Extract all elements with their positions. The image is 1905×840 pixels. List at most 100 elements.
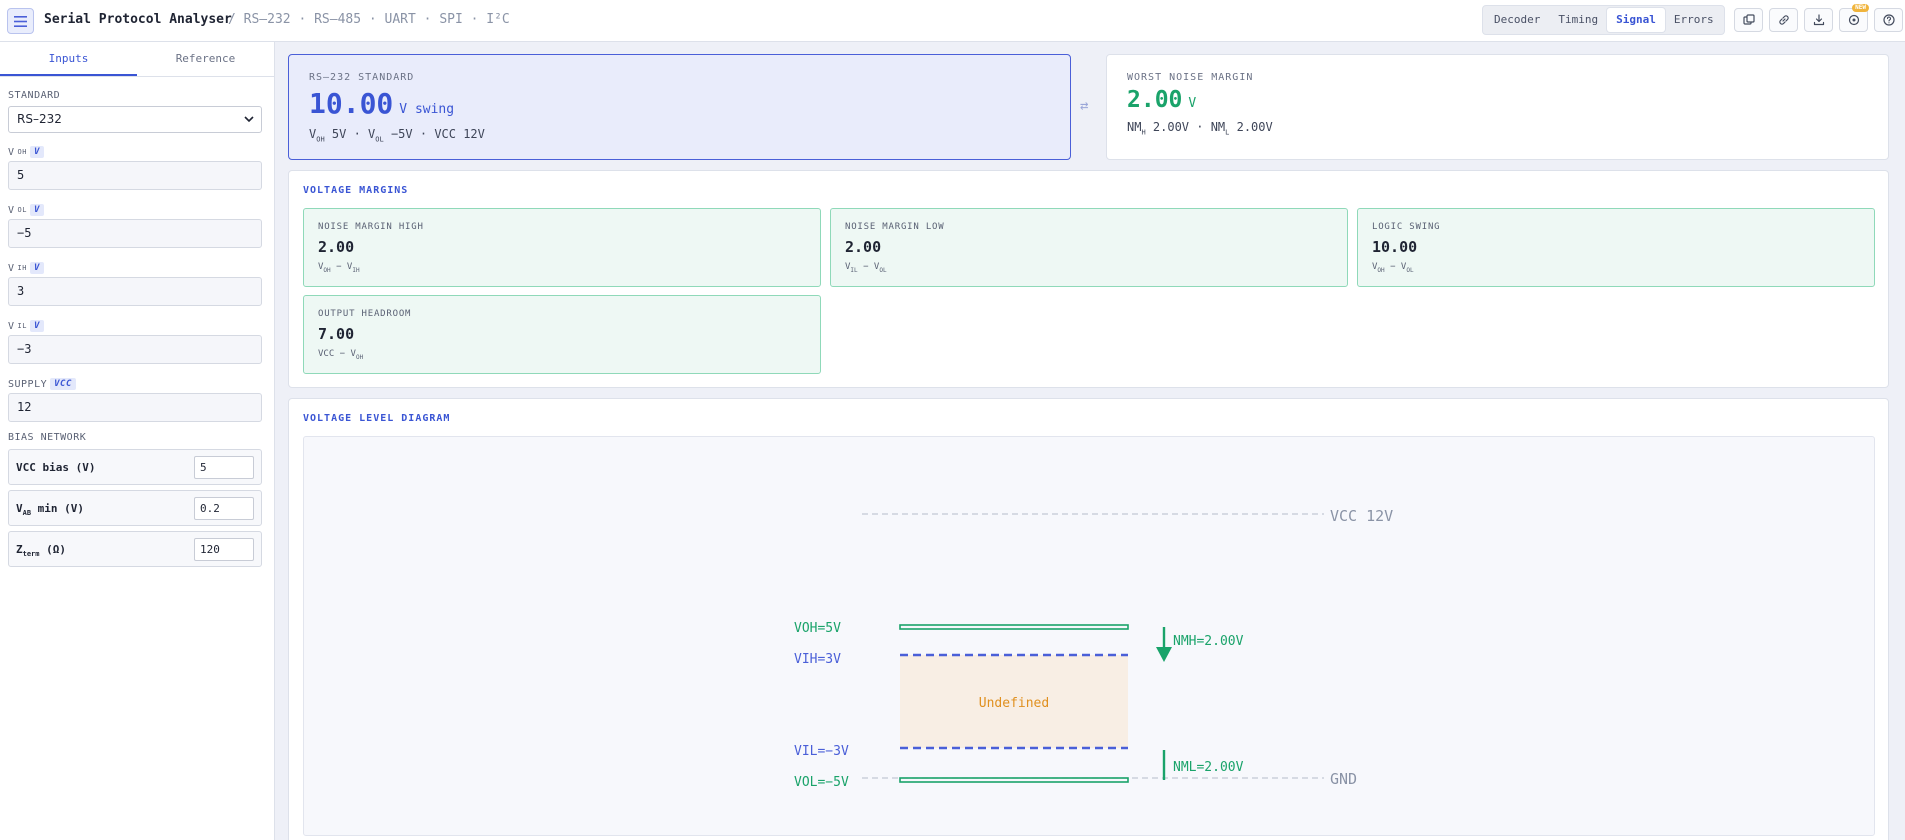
margin-card-formula: VIL − VOL [845,262,887,274]
tab-decoder[interactable]: Decoder [1485,8,1549,32]
top-bar: Serial Protocol Analyser / RS–232 · RS–4… [0,0,1905,42]
voh-bar [899,624,1129,630]
noise-unit: V [1188,96,1197,111]
new-badge: NEW [1852,4,1869,12]
margin-card-swing: LOGIC SWING 10.00 VOH − VOL [1357,208,1875,287]
supply-label: SUPPLY VCC [8,378,76,390]
help-button[interactable] [1874,8,1903,32]
noise-value: 2.00 [1127,87,1183,113]
margin-card-headroom: OUTPUT HEADROOM 7.00 VCC − VOH [303,295,821,374]
margin-card-label: LOGIC SWING [1372,222,1441,232]
voltage-diagram: VCC 12V Undefined VOH=5V VIH=3V VIL=−3V … [794,507,1393,790]
help-icon [1882,14,1895,26]
margin-card-value: 10.00 [1372,238,1418,256]
noise-card-label: WORST NOISE MARGIN [1127,72,1254,83]
standard-card-label: RS–232 STANDARD [309,72,415,83]
diagram-area: VCC 12V Undefined VOH=5V VIH=3V VIL=−3V … [303,436,1875,836]
undefined-label: Undefined [979,696,1049,711]
voltage-margins-title: VOLTAGE MARGINS [303,185,409,196]
hamburger-icon [14,15,27,27]
bias-row-vab: VAB min (V) 0.2 [8,490,262,526]
supply-input[interactable]: 12 [8,393,262,422]
tab-timing[interactable]: Timing [1549,8,1607,32]
vcc-label: VCC 12V [1330,507,1393,525]
noise-margin-card: WORST NOISE MARGIN 2.00 V NMH 2.00V · NM… [1106,54,1889,160]
margin-card-value: 2.00 [318,238,355,256]
voltage-diagram-title: VOLTAGE LEVEL DIAGRAM [303,413,451,424]
bias-row-vcc: VCC bias (V) 5 [8,449,262,485]
tab-inputs[interactable]: Inputs [0,42,137,76]
sidebar: Inputs Reference STANDARD RS–232 V OH V 5 … [0,42,275,840]
standard-card: RS–232 STANDARD 10.00 V swing VOH 5V · V… [288,54,1071,160]
margin-card-formula: VOH − VOL [1372,262,1414,274]
vol-label: V OL V [8,204,44,216]
bias-input-vcc[interactable]: 5 [194,456,254,479]
gnd-label: GND [1330,770,1357,788]
bias-input-vab[interactable]: 0.2 [194,497,254,520]
vol-bar [899,777,1129,783]
unit-badge: V [29,262,44,274]
sidebar-tabs: Inputs Reference [0,42,274,77]
margin-card-nmh: NOISE MARGIN HIGH 2.00 VOH − VIH [303,208,821,287]
vih-label: VIH=3V [794,652,841,667]
margin-card-label: OUTPUT HEADROOM [318,309,412,319]
voh-label: V OH V [8,146,44,158]
badge-button[interactable]: NEW [1839,4,1869,32]
bias-label-vab: VAB min (V) [16,502,85,518]
vih-label: V IH V [8,262,44,274]
vih-input[interactable]: 3 [8,277,262,306]
margin-card-formula: VCC − VOH [318,349,364,361]
swap-icon[interactable]: ⇄ [1080,98,1088,114]
voh-label: VOH=5V [794,621,841,636]
vol-label: VOL=−5V [794,775,849,790]
standard-select[interactable]: RS–232 [8,106,262,133]
bias-network-title: BIAS NETWORK [8,432,87,443]
link-icon [1778,15,1789,25]
menu-button[interactable] [7,8,34,34]
tab-signal[interactable]: Signal [1607,8,1665,32]
margin-card-formula: VOH − VIH [318,262,360,274]
badge-icon [1848,14,1859,26]
nmh-label: NMH=2.00V [1173,634,1244,649]
download-button[interactable] [1804,8,1833,32]
noise-readout: 2.00 V [1127,87,1196,113]
margin-card-nml: NOISE MARGIN LOW 2.00 VIL − VOL [830,208,1348,287]
unit-badge: VCC [50,378,76,390]
copy-icon [1742,14,1755,25]
nml-label: NML=2.00V [1173,760,1244,775]
bias-row-zterm: Zterm (Ω) 120 [8,531,262,567]
voltage-diagram-panel: VOLTAGE LEVEL DIAGRAM VCC 12V Undefined … [288,398,1889,840]
swing-value: 10.00 [309,87,394,120]
bias-label-vcc: VCC bias (V) [16,461,96,474]
breadcrumb: / RS–232 · RS–485 · UART · SPI · I²C [228,12,510,27]
unit-badge: V [29,204,44,216]
nmh-arrow-icon [1156,647,1172,662]
margin-card-value: 2.00 [845,238,882,256]
noise-detail: NMH 2.00V · NML 2.00V [1127,120,1273,137]
voh-input[interactable]: 5 [8,161,262,190]
vil-label: V IL V [8,320,44,332]
margin-card-label: NOISE MARGIN HIGH [318,222,424,232]
standard-detail: VOH 5V · VOL −5V · VCC 12V [309,127,485,144]
unit-badge: V [29,146,44,158]
standard-label: STANDARD [8,90,61,101]
unit-badge: V [29,320,44,332]
swing-unit: V swing [399,102,455,117]
app-title: Serial Protocol Analyser [44,12,232,27]
bias-input-zterm[interactable]: 120 [194,538,254,561]
chevron-down-icon [244,116,254,123]
copy-button[interactable] [1734,8,1763,32]
vil-input[interactable]: −3 [8,335,262,364]
link-button[interactable] [1769,8,1798,32]
vil-label: VIL=−3V [794,744,849,759]
bias-label-zterm: Zterm (Ω) [16,543,66,559]
download-icon [1813,14,1824,26]
tab-errors[interactable]: Errors [1665,8,1723,32]
margin-card-label: NOISE MARGIN LOW [845,222,945,232]
tab-reference[interactable]: Reference [137,42,274,76]
vol-input[interactable]: −5 [8,219,262,248]
swing-readout: 10.00 V swing [309,87,454,120]
standard-select-value: RS–232 [17,112,62,126]
view-tabs: Decoder Timing Signal Errors [1482,5,1725,35]
margin-card-value: 7.00 [318,325,355,343]
